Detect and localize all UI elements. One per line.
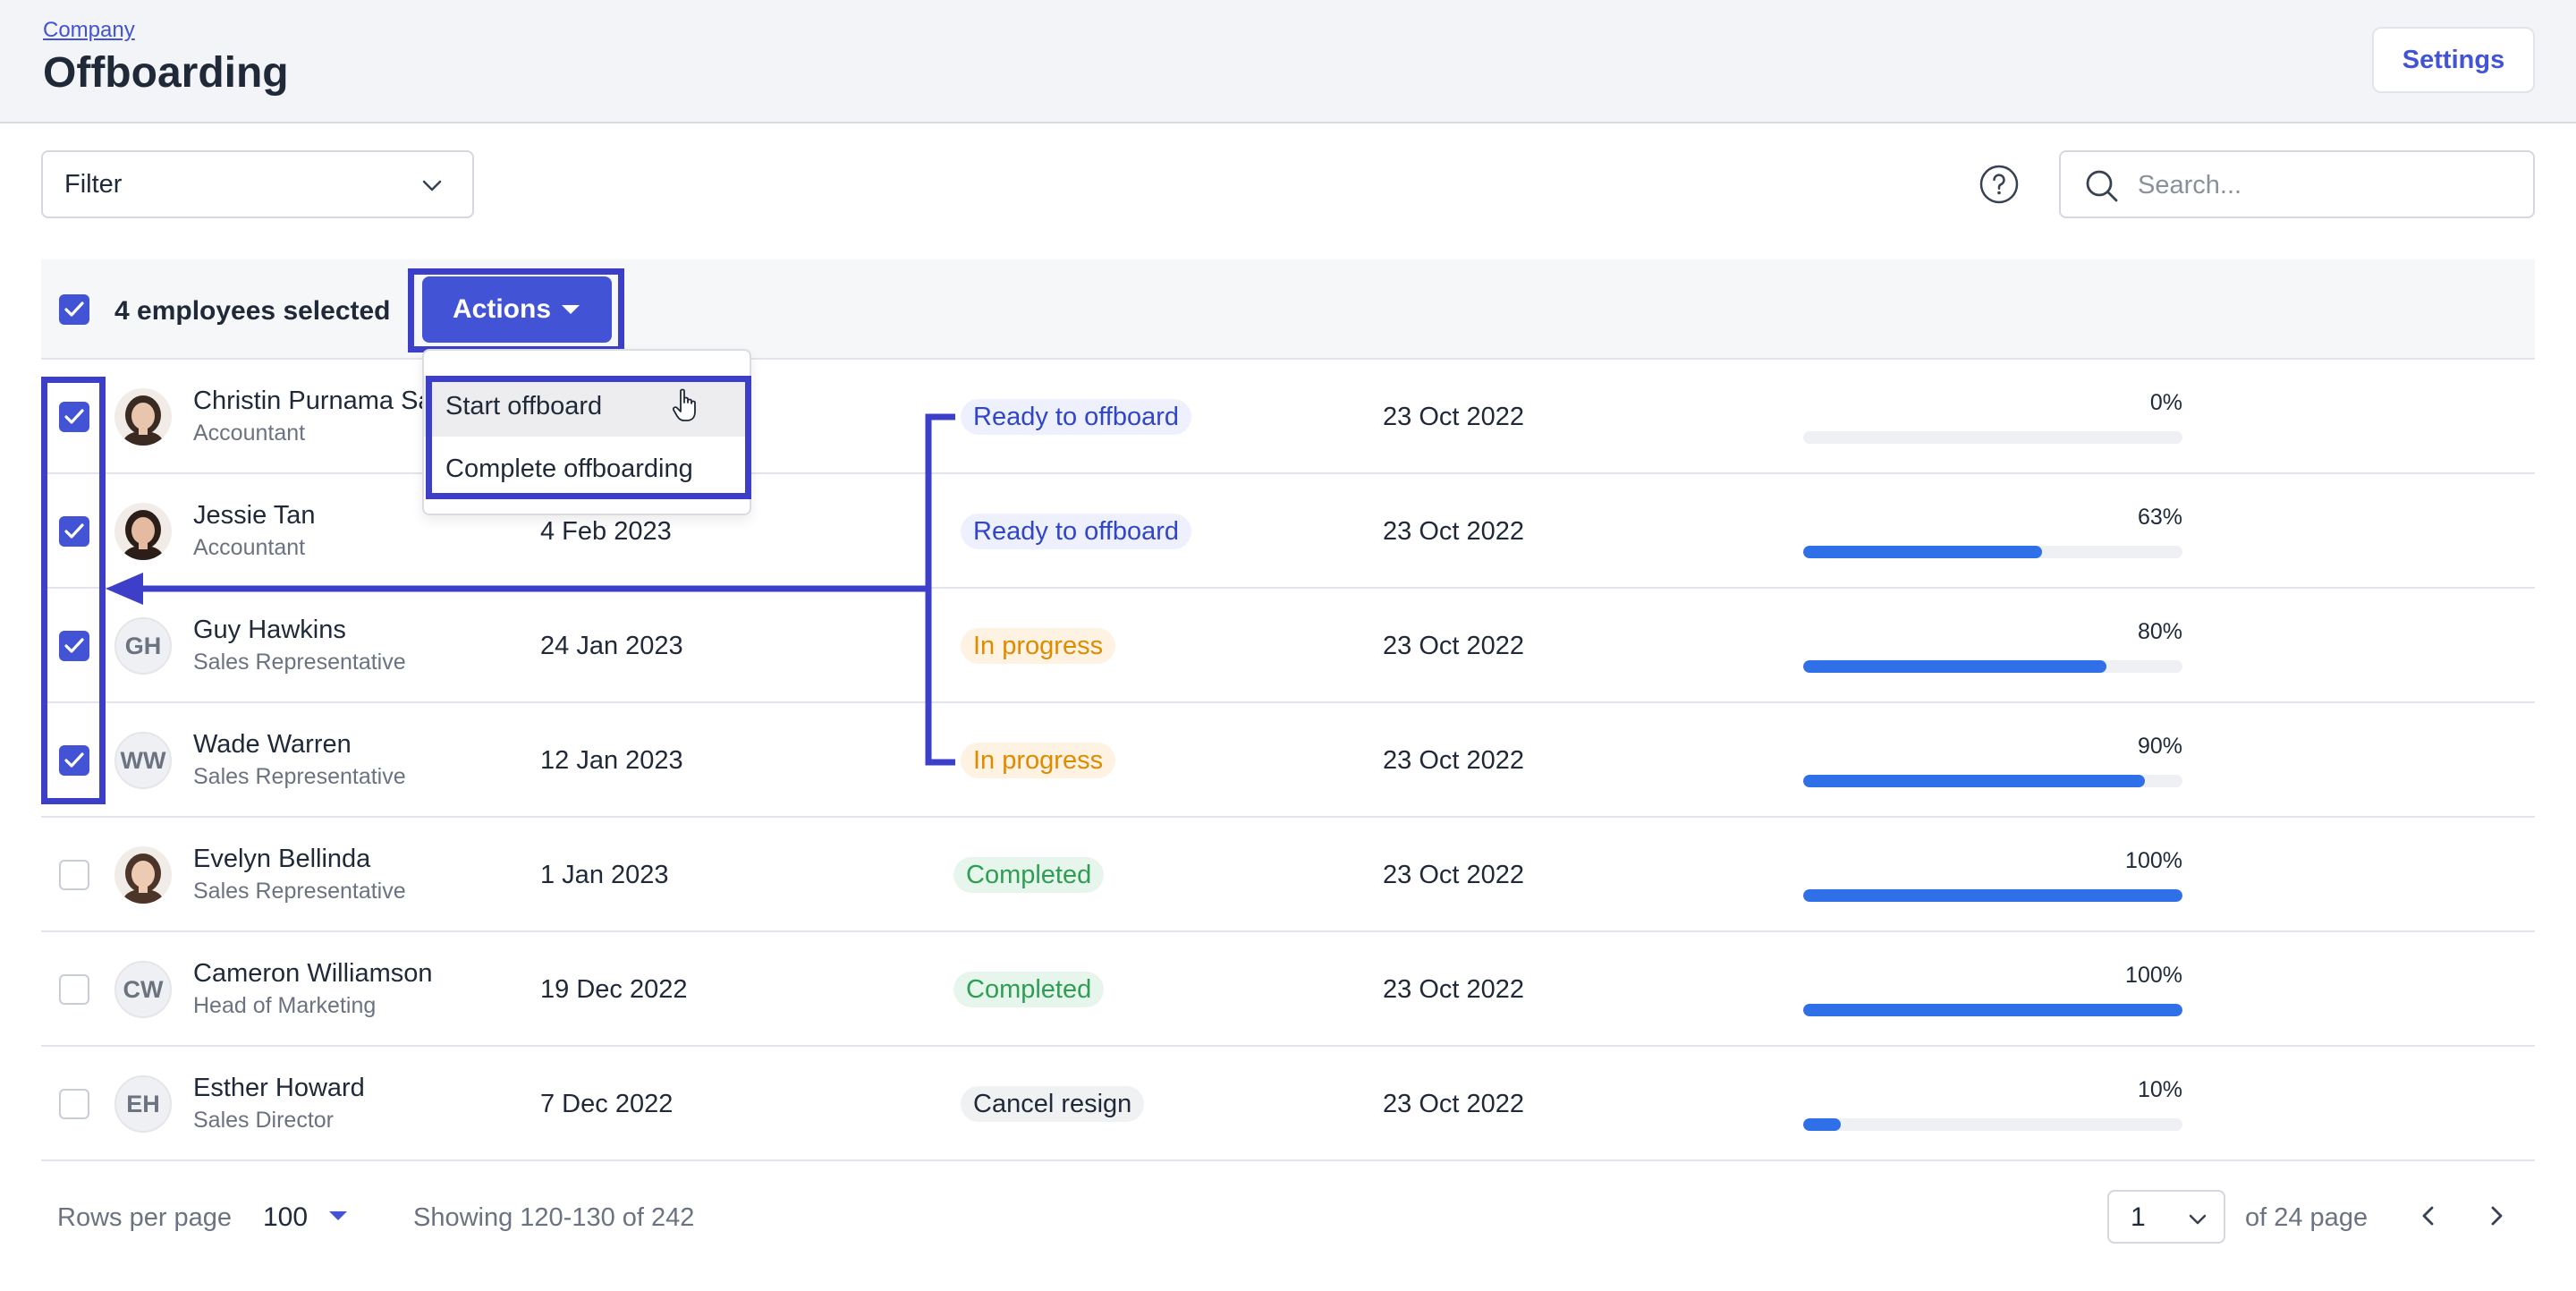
annotation-arrow: [106, 413, 955, 766]
showing-range: Showing 120-130 of 242: [413, 1203, 695, 1232]
menu-highlight-annotation: [426, 376, 751, 499]
hand-cursor-icon: [673, 388, 696, 421]
page-select-value: 1: [2131, 1202, 2146, 1232]
rows-per-page-label: Rows per page: [57, 1203, 233, 1232]
chevron-left-icon[interactable]: [2415, 1202, 2442, 1229]
chevron-down-icon: [2189, 1214, 2207, 1225]
caret-down-icon[interactable]: [329, 1211, 347, 1220]
chevron-right-icon[interactable]: [2483, 1202, 2510, 1229]
page-select[interactable]: 1: [2107, 1190, 2225, 1244]
page-count: of 24 page: [2245, 1203, 2368, 1232]
rows-per-page-select[interactable]: 100: [263, 1202, 308, 1233]
